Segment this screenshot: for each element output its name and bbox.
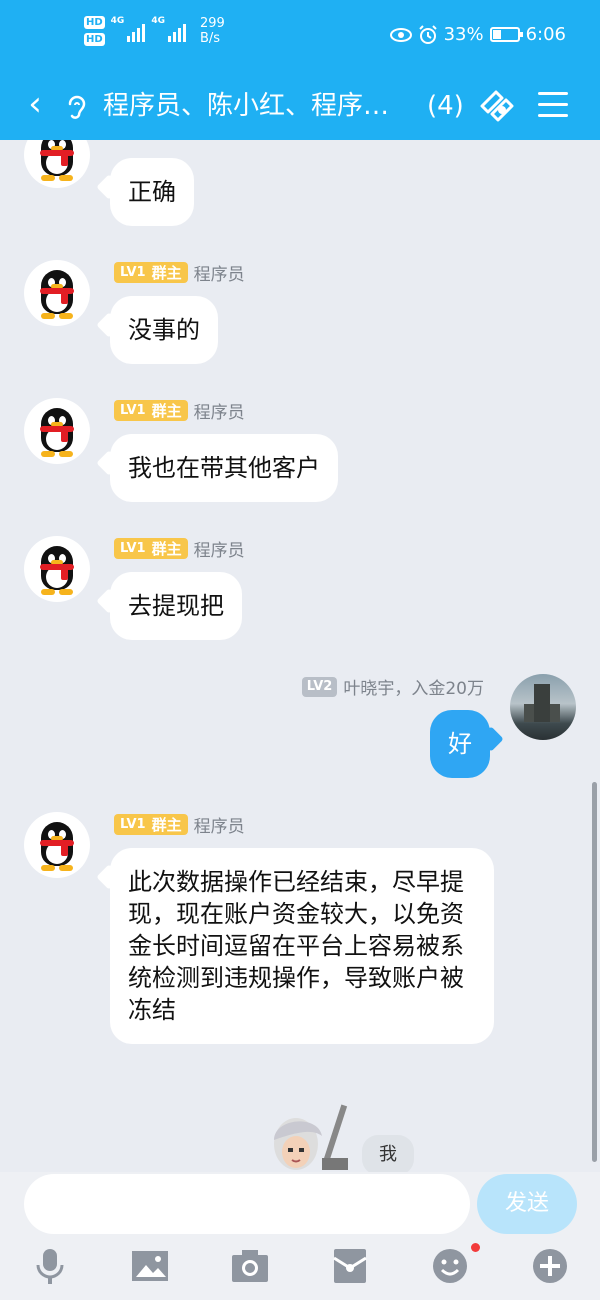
sender-name: 程序员 — [193, 541, 245, 561]
status-right: 33% 6:06 — [389, 24, 566, 45]
back-icon[interactable]: ‹ — [20, 84, 50, 124]
battery-percent: 33% — [443, 24, 484, 45]
sticker-text[interactable]: 我 — [362, 1135, 414, 1172]
camera-icon[interactable] — [230, 1246, 270, 1286]
ear-icon[interactable] — [66, 92, 88, 122]
sender-meta: LV1 群主 程序员 — [114, 812, 245, 837]
penguin-avatar[interactable] — [24, 812, 90, 878]
message-bubble-self[interactable]: 好 — [430, 710, 490, 778]
message-bubble[interactable]: 正确 — [110, 158, 194, 226]
sender-meta: LV1 群主 程序员 — [114, 398, 245, 423]
alarm-icon — [418, 24, 437, 44]
menu-icon[interactable] — [538, 92, 568, 118]
emoji-icon[interactable] — [430, 1246, 470, 1286]
chat-messages[interactable]: 正确 LV1 群主 程序员 没事的 LV1 群主 程序员 我也在带其他客户 LV1 群… — [0, 140, 600, 1172]
penguin-avatar[interactable] — [24, 536, 90, 602]
member-count[interactable]: (4) — [427, 86, 464, 126]
toolbar — [0, 1246, 600, 1290]
level-badge: LV1 群主 — [114, 400, 188, 421]
plus-icon[interactable] — [530, 1246, 570, 1286]
sender-meta: LV1 群主 程序员 — [114, 260, 245, 285]
scrollbar[interactable] — [592, 782, 597, 1162]
hd-badge-2: HD — [84, 33, 105, 46]
penguin-avatar[interactable] — [24, 260, 90, 326]
level-badge: LV2 — [301, 676, 338, 697]
network-speed: 299 B/s — [199, 16, 225, 46]
battery-icon — [489, 27, 523, 42]
sender-name: 程序员 — [193, 265, 245, 285]
level-badge: LV1 群主 — [114, 538, 188, 559]
red-packet-icon[interactable] — [330, 1246, 370, 1286]
sender-meta-self: LV2 叶晓宇，入金20万 — [301, 674, 484, 699]
sender-name: 程序员 — [193, 817, 245, 837]
sender-meta: LV1 群主 程序员 — [114, 536, 245, 561]
status-left: HD HD 4G 4G 299 B/s — [84, 16, 225, 46]
input-bar: 发送 — [0, 1172, 600, 1300]
message-bubble[interactable]: 此次数据操作已经结束，尽早提现，现在账户资金较大，以免资金长时间逗留在平台上容易… — [110, 848, 494, 1044]
signal-icon-1: 4G — [111, 16, 146, 42]
hd-badge-1: HD — [84, 16, 105, 29]
chat-header: ‹ 程序员、陈小红、程序员、 (4) — [0, 72, 600, 140]
message-bubble[interactable]: 我也在带其他客户 — [110, 434, 338, 502]
sticker-character-icon[interactable] — [262, 1100, 358, 1172]
message-bubble[interactable]: 没事的 — [110, 296, 218, 364]
sender-name: 叶晓宇，入金20万 — [343, 679, 484, 699]
level-badge: LV1 群主 — [114, 814, 188, 835]
chat-title[interactable]: 程序员、陈小红、程序员、 — [103, 86, 413, 126]
message-input[interactable] — [24, 1174, 470, 1234]
send-button[interactable]: 发送 — [477, 1174, 577, 1234]
notification-dot — [471, 1243, 480, 1252]
sender-name: 程序员 — [193, 403, 245, 423]
microphone-icon[interactable] — [30, 1246, 70, 1286]
group-switch-icon[interactable] — [478, 88, 518, 124]
penguin-avatar[interactable] — [24, 398, 90, 464]
status-bar: HD HD 4G 4G 299 B/s 33% 6:06 — [0, 0, 600, 72]
image-icon[interactable] — [130, 1246, 170, 1286]
eye-icon — [389, 27, 412, 42]
clock: 6:06 — [525, 24, 566, 45]
message-bubble[interactable]: 去提现把 — [110, 572, 242, 640]
user-avatar[interactable] — [510, 674, 576, 740]
penguin-avatar[interactable] — [24, 140, 90, 188]
signal-icon-2: 4G — [151, 16, 186, 42]
level-badge: LV1 群主 — [114, 262, 188, 283]
